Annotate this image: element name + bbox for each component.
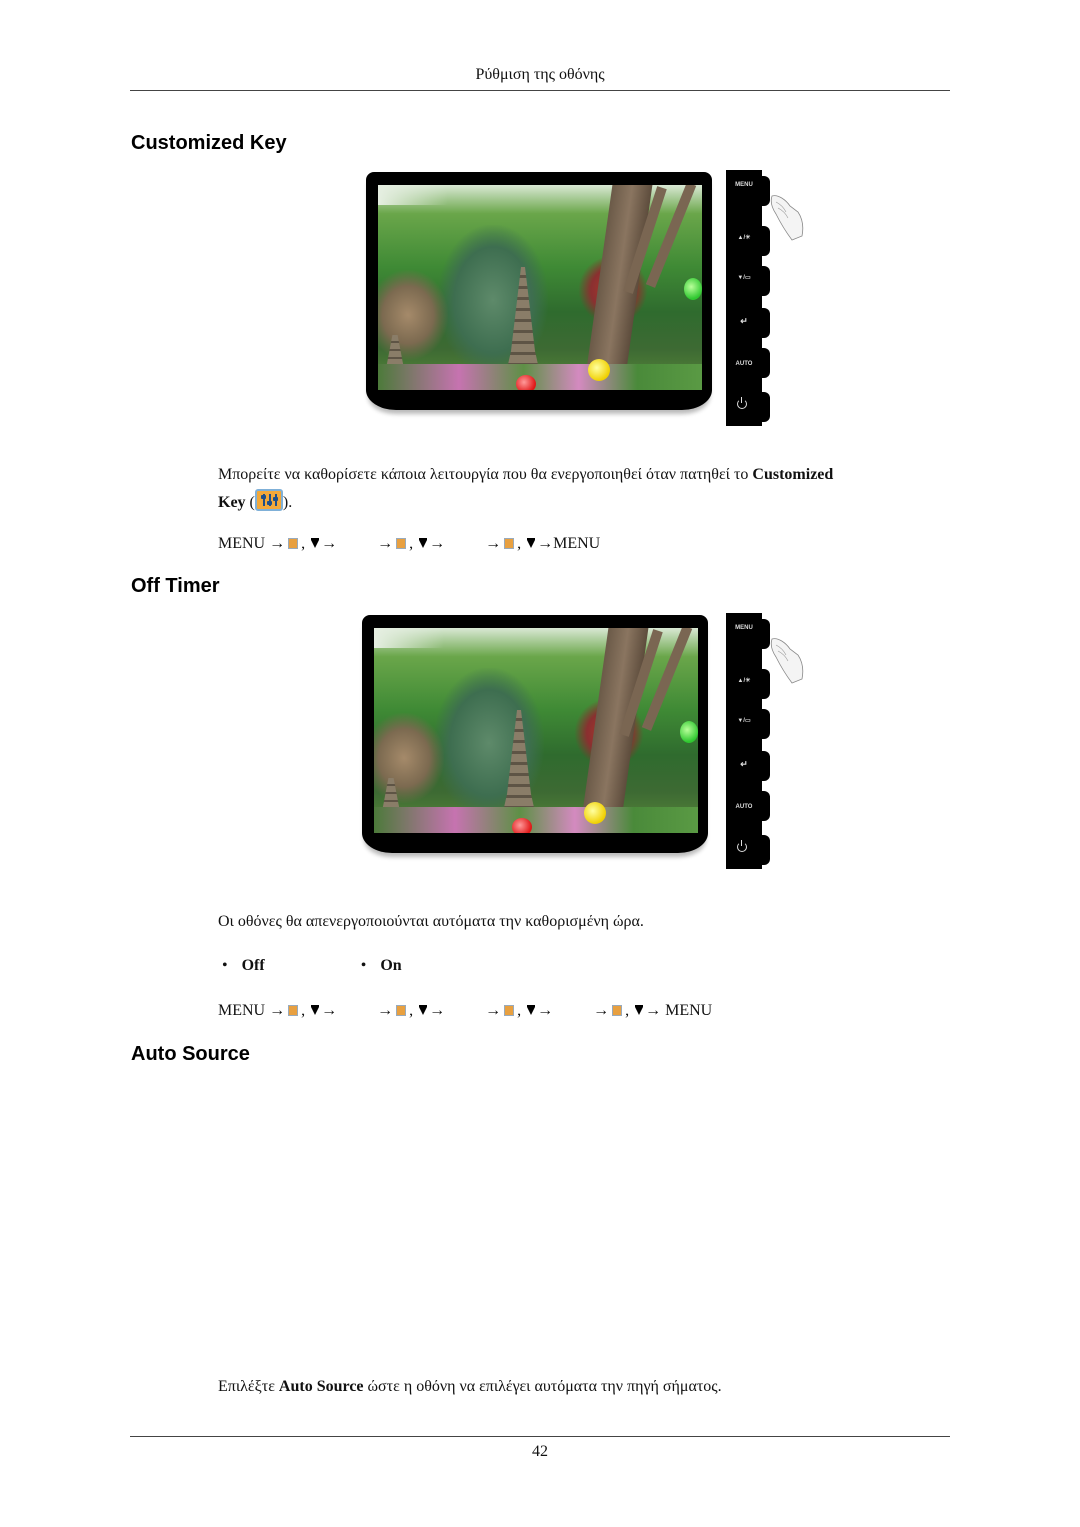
up-brightness-button-icon: ▲/☀ <box>737 678 751 684</box>
off-timer-description: Οι οθόνες θα απενεργοποιούνται αυτόματα … <box>218 913 644 930</box>
down-button-icon <box>419 538 428 548</box>
monitor-bezel <box>366 172 712 410</box>
select-button-icon <box>612 1005 623 1016</box>
customized-key-menu-path: MENU →, → →, → →, →MENU <box>218 535 601 552</box>
down-button-icon <box>527 1005 536 1015</box>
customized-key-icon <box>254 489 283 511</box>
select-button-icon <box>504 1005 515 1016</box>
option-on: On <box>380 957 402 974</box>
power-button-icon <box>737 397 747 409</box>
power-button-icon <box>737 840 747 852</box>
section-title-off-timer: Off Timer <box>131 575 220 597</box>
enter-button-icon: ↵ <box>740 759 748 769</box>
monitor-control-panel: MENU ▲/☀ ▼/▭ ↵ AUTO <box>726 170 808 428</box>
pointing-hand-icon <box>770 195 804 241</box>
monitor-screen-photo <box>378 185 702 390</box>
monitor-control-panel: MENU ▲/☀ ▼/▭ ↵ AUTO <box>726 613 808 871</box>
running-header: Ρύθμιση της οθόνης <box>475 66 605 83</box>
monitor-illustration <box>362 168 714 426</box>
monitor-screen-photo <box>374 628 698 833</box>
enter-button-icon: ↵ <box>740 316 748 326</box>
off-timer-options: • Off • On <box>222 957 402 974</box>
down-pip-button-icon: ▼/▭ <box>737 275 751 281</box>
up-brightness-button-icon: ▲/☀ <box>737 235 751 241</box>
down-pip-button-icon: ▼/▭ <box>737 718 751 724</box>
select-button-icon <box>396 1005 407 1016</box>
auto-source-description: Επιλέξτε Auto Source ώστε η οθόνη να επι… <box>218 1378 722 1395</box>
option-off: Off <box>241 957 265 974</box>
down-button-icon <box>419 1005 428 1015</box>
customized-key-description: Μπορείτε να καθορίσετε κάποια λειτουργία… <box>218 466 834 511</box>
header-rule <box>130 90 950 91</box>
monitor-bezel <box>362 615 708 853</box>
down-button-icon <box>311 1005 320 1015</box>
monitor-illustration <box>360 611 712 869</box>
section-title-customized-key: Customized Key <box>131 132 287 154</box>
select-button-icon <box>288 1005 299 1016</box>
menu-button-icon: MENU <box>735 625 753 631</box>
select-button-icon <box>288 538 299 549</box>
auto-button-icon: AUTO <box>735 804 753 810</box>
pointing-hand-icon <box>770 638 804 684</box>
down-button-icon <box>635 1005 644 1015</box>
off-timer-menu-path: MENU →, → →, → →, → →, → MENU <box>218 1002 713 1019</box>
select-button-icon <box>396 538 407 549</box>
menu-button-icon: MENU <box>735 182 753 188</box>
footer-rule <box>130 1436 950 1437</box>
section-title-auto-source: Auto Source <box>131 1043 250 1065</box>
select-button-icon <box>504 538 515 549</box>
page-number: 42 <box>532 1443 548 1460</box>
down-button-icon <box>527 538 536 548</box>
down-button-icon <box>311 538 320 548</box>
auto-button-icon: AUTO <box>735 361 753 367</box>
